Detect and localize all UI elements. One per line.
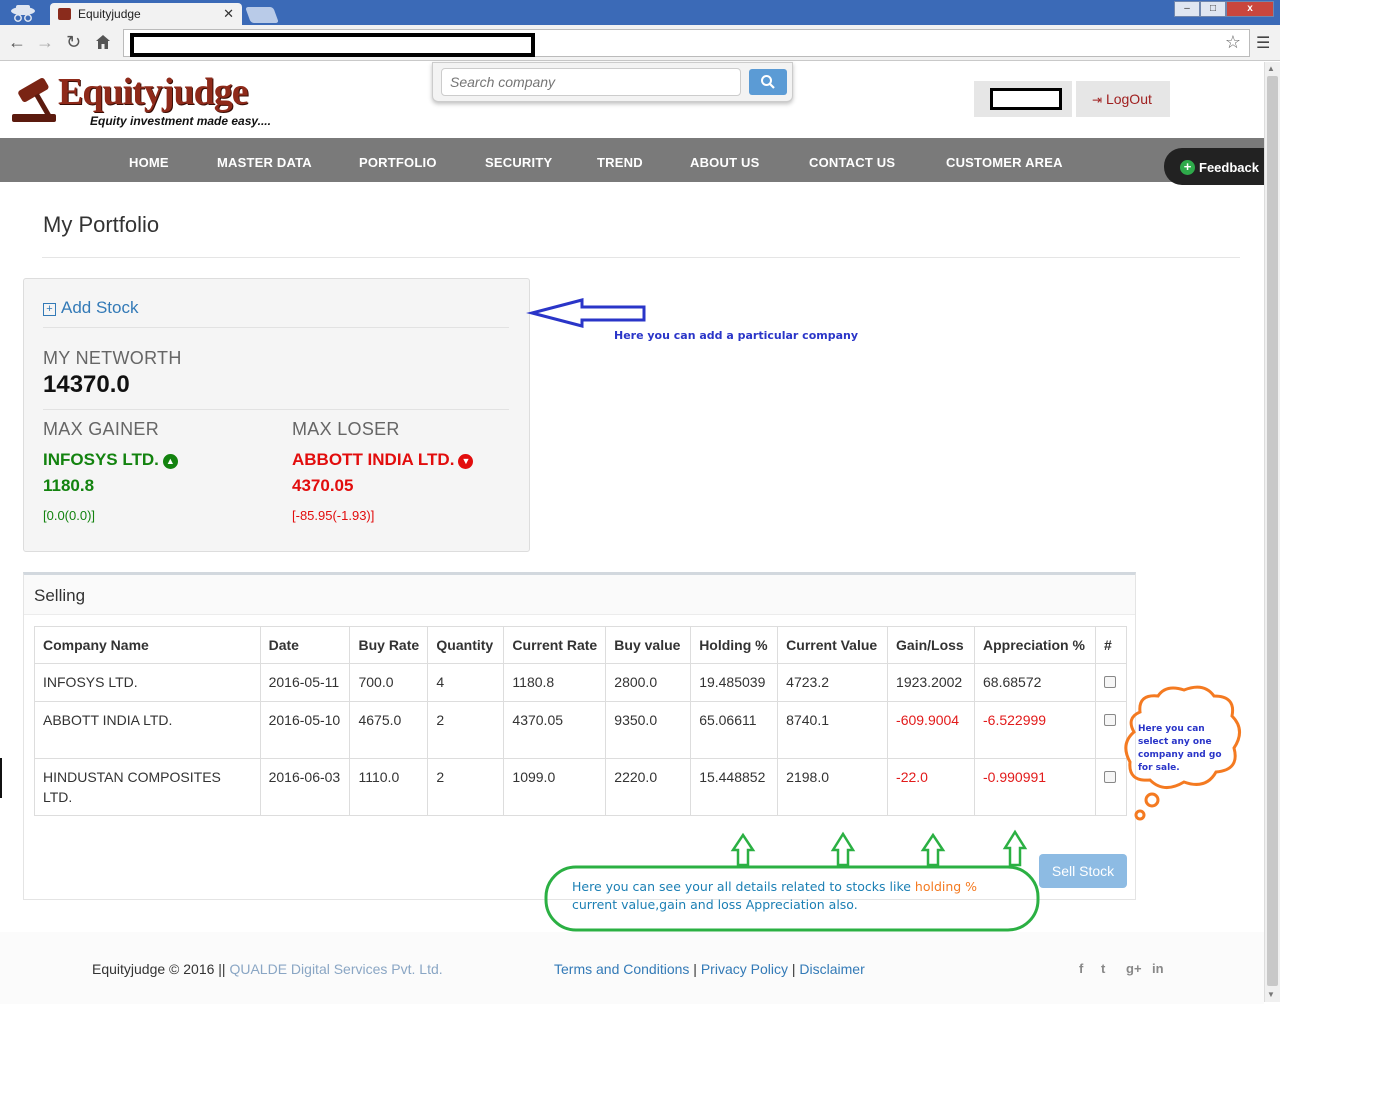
green-arrow-icon [920,832,946,867]
sale-note: Here you can select any one company and … [1138,724,1222,773]
green-arrow-icon [1002,829,1028,867]
details-note: Here you can see your all details relate… [572,878,1012,914]
annotation-overlay [526,298,1241,932]
details-note-rest: current value,gain and loss Appreciation… [572,897,858,912]
details-note-highlight: holding % [914,879,978,894]
bubble-dot [1144,792,1160,808]
add-stock-note: Here you can add a particular company [614,329,859,342]
details-note-text: Here you can see your all details relate… [572,879,915,894]
blue-arrow-icon [526,298,646,328]
bubble-dot [1134,809,1146,821]
green-arrow-icon [730,832,756,867]
green-arrow-icon [830,831,856,867]
